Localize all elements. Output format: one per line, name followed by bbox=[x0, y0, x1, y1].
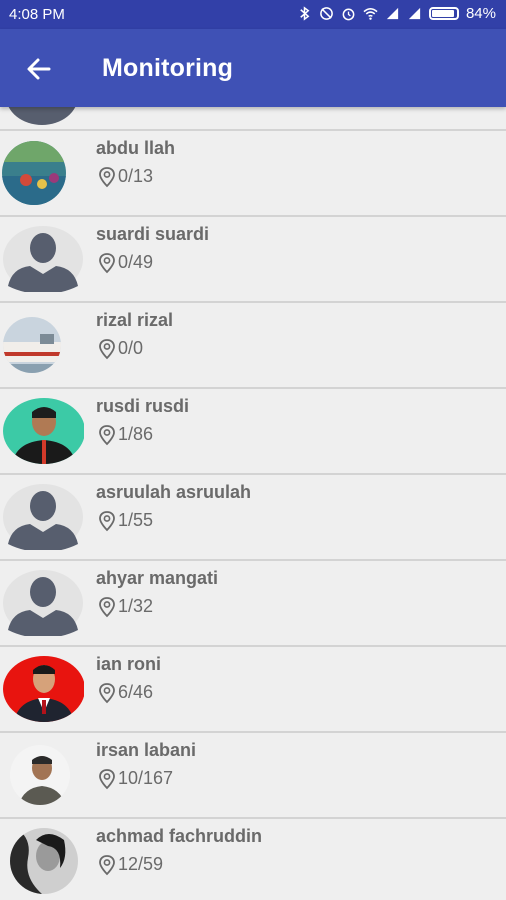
location-pin-icon bbox=[99, 167, 115, 188]
battery-percent: 84% bbox=[465, 5, 496, 22]
contact-list[interactable]: abdu llah 0/13 suardi suardi 0/49 rizal … bbox=[0, 107, 506, 900]
app-bar: Monitoring bbox=[0, 29, 506, 107]
location-count: 1/86 bbox=[118, 424, 154, 444]
do-not-disturb-icon bbox=[320, 7, 333, 20]
avatar bbox=[6, 107, 78, 125]
status-bar: 4:08 PM 84% bbox=[0, 0, 506, 29]
contact-name: rusdi rusdi bbox=[96, 396, 190, 416]
avatar bbox=[2, 828, 84, 894]
avatar bbox=[2, 570, 84, 636]
list-item[interactable]: rizal rizal 0/0 bbox=[0, 303, 506, 389]
avatar bbox=[2, 226, 84, 292]
list-item[interactable]: asruulah asruulah 1/55 bbox=[0, 475, 506, 561]
contact-name: rizal rizal bbox=[96, 310, 174, 330]
location-pin-icon bbox=[99, 855, 115, 876]
location-count: 0/49 bbox=[118, 252, 154, 272]
avatar bbox=[2, 656, 84, 722]
location-pin-icon bbox=[99, 769, 115, 790]
location-pin-icon bbox=[99, 339, 115, 360]
location-count: 10/167 bbox=[118, 768, 174, 788]
contact-name: ahyar mangati bbox=[96, 568, 219, 588]
location-pin-icon bbox=[99, 425, 115, 446]
list-item[interactable]: ahyar mangati 1/32 bbox=[0, 561, 506, 647]
back-arrow-icon[interactable] bbox=[24, 54, 54, 84]
signal-icon bbox=[386, 7, 399, 20]
avatar bbox=[2, 484, 84, 550]
bluetooth-icon bbox=[300, 6, 310, 21]
location-pin-icon bbox=[99, 253, 115, 274]
alarm-icon bbox=[342, 8, 355, 21]
location-pin-icon bbox=[99, 511, 115, 532]
location-count: 6/46 bbox=[118, 682, 154, 702]
contact-name: achmad fachruddin bbox=[96, 826, 263, 846]
contact-name: asruulah asruulah bbox=[96, 482, 252, 502]
list-item[interactable]: abdu llah 0/13 bbox=[0, 131, 506, 217]
location-pin-icon bbox=[99, 683, 115, 704]
wifi-icon bbox=[363, 8, 378, 20]
list-item[interactable]: rusdi rusdi 1/86 bbox=[0, 389, 506, 475]
location-count: 12/59 bbox=[118, 854, 164, 874]
list-item-partial[interactable] bbox=[0, 107, 506, 131]
avatar bbox=[2, 742, 84, 808]
status-icons: 84% bbox=[297, 5, 496, 22]
list-item[interactable]: suardi suardi 0/49 bbox=[0, 217, 506, 303]
signal-icon-2 bbox=[408, 7, 421, 20]
contact-name: suardi suardi bbox=[96, 224, 210, 244]
list-item[interactable]: achmad fachruddin 12/59 bbox=[0, 819, 506, 900]
page-title: Monitoring bbox=[102, 54, 234, 82]
location-count: 0/13 bbox=[118, 166, 154, 186]
location-count: 0/0 bbox=[118, 338, 144, 358]
status-time: 4:08 PM bbox=[9, 6, 65, 23]
battery-icon bbox=[428, 7, 459, 20]
avatar bbox=[2, 312, 84, 378]
list-item[interactable]: irsan labani 10/167 bbox=[0, 733, 506, 819]
avatar bbox=[2, 398, 84, 464]
location-count: 1/32 bbox=[118, 596, 154, 616]
location-count: 1/55 bbox=[118, 510, 154, 530]
avatar bbox=[2, 140, 84, 206]
contact-name: irsan labani bbox=[96, 740, 197, 760]
contact-name: abdu llah bbox=[96, 138, 176, 158]
list-item[interactable]: ian roni 6/46 bbox=[0, 647, 506, 733]
location-pin-icon bbox=[99, 597, 115, 618]
contact-name: ian roni bbox=[96, 654, 162, 674]
